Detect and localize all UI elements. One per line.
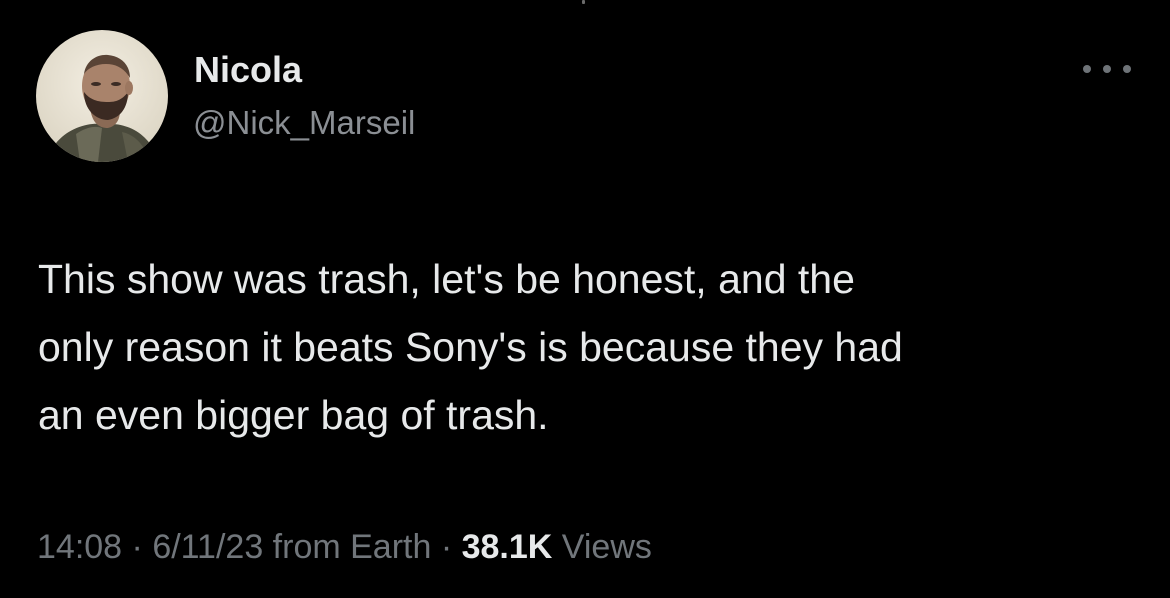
- views-label[interactable]: Views: [552, 528, 652, 566]
- tweet-date-source[interactable]: 6/11/23 from Earth: [152, 528, 431, 566]
- tweet-card: Nicola @Nick_Marseil This show was trash…: [0, 0, 1170, 598]
- scroll-sliver: [582, 0, 585, 4]
- meta-separator: ·: [431, 528, 462, 566]
- tweet-meta: 14:08 · 6/11/23 from Earth · 38.1K Views: [37, 525, 652, 569]
- tweet-time[interactable]: 14:08: [37, 528, 122, 566]
- more-options-icon[interactable]: [1083, 58, 1131, 80]
- meta-separator: ·: [122, 528, 153, 566]
- more-dot: [1123, 65, 1131, 73]
- avatar-image: [36, 30, 168, 162]
- tweet-text-line: only reason it beats Sony's is because t…: [38, 324, 903, 370]
- tweet-text-line: an even bigger bag of trash.: [38, 392, 549, 438]
- tweet-text: This show was trash, let's be honest, an…: [38, 245, 1138, 449]
- avatar[interactable]: [36, 30, 168, 162]
- more-dot: [1083, 65, 1091, 73]
- views-count[interactable]: 38.1K: [462, 528, 553, 566]
- user-handle[interactable]: @Nick_Marseil: [193, 102, 415, 144]
- more-dot: [1103, 65, 1111, 73]
- display-name[interactable]: Nicola: [194, 48, 302, 92]
- tweet-text-line: This show was trash, let's be honest, an…: [38, 256, 855, 302]
